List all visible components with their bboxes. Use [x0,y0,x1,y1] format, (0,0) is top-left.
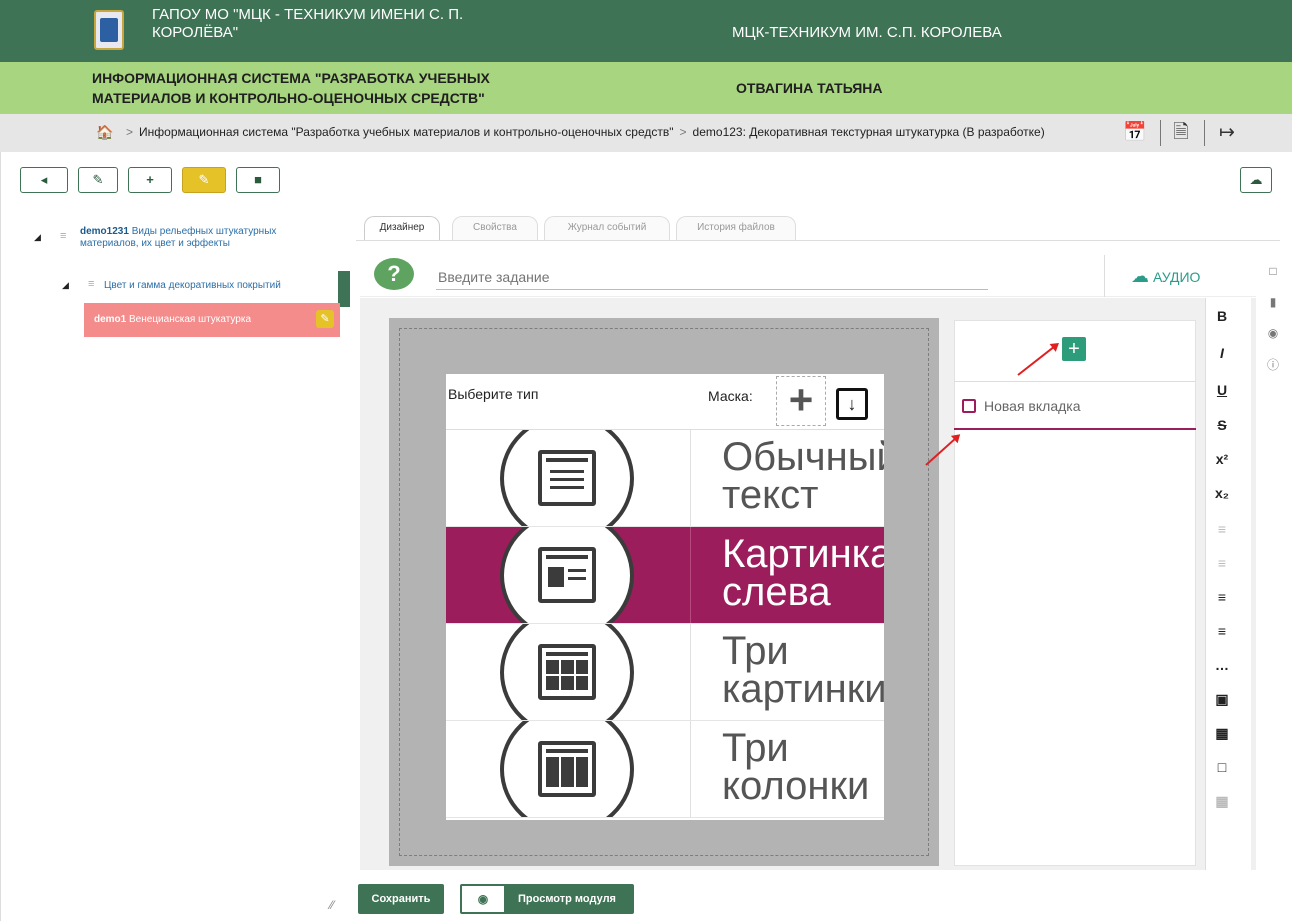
type-option-image-left[interactable]: Картинка слева [446,527,884,624]
more-icon[interactable]: … [1208,652,1236,678]
home-icon[interactable]: 🏠 [96,124,113,141]
tab-properties[interactable]: Свойства [452,216,538,240]
crop-icon[interactable]: □ [1208,754,1236,780]
drag-handle-icon[interactable]: ≡ [88,278,94,290]
type-option-plain-text[interactable]: Обычный текст [446,430,884,527]
add-button[interactable]: + [128,167,172,193]
image-left-layout-icon [538,547,596,603]
align-center-icon[interactable]: ≡ [1208,550,1236,576]
user-name: ОТВАГИНА ТАТЬЯНА [736,80,883,96]
tree-collapse-icon[interactable]: ◢ [62,280,69,291]
select-type-label: Выберите тип [448,386,539,402]
breadcrumb: 🏠 > Информационная система "Разработка уч… [0,114,1292,152]
three-images-layout-icon [538,644,596,700]
preview-module-button[interactable]: ◉ Просмотр модуля [460,884,634,914]
back-button[interactable]: ◂ [20,167,68,193]
cloud-upload-icon: ☁ [1131,266,1149,286]
three-columns-layout-icon [538,741,596,797]
desktop-icon[interactable]: □ [1265,264,1281,280]
text-layout-icon [538,450,596,506]
logout-icon[interactable]: ↦ [1214,120,1240,146]
tab-designer[interactable]: Дизайнер [364,216,440,240]
tree-item-title: Венецианская штукатурка [129,314,252,325]
type-label: картинки [722,667,884,711]
type-option-three-columns[interactable]: Три колонки [446,721,884,818]
bullet-list-icon[interactable]: ≡ [1208,584,1236,610]
tree-item-root[interactable]: demo1231 Виды рельефных штукатурных мате… [80,226,320,250]
edit-button[interactable]: ✎ [78,167,118,193]
document-icon[interactable]: 🗎 [1168,120,1194,146]
type-label: колонки [722,764,870,808]
top-header: ГАПОУ МО "МЦК - ТЕХНИКУМ ИМЕНИ С. П. КОР… [0,0,1292,62]
type-label: текст [722,473,819,517]
eye-icon[interactable]: ◉ [1265,326,1281,342]
question-icon: ? [374,258,414,290]
comment-icon[interactable]: ▣ [1208,686,1236,712]
image-icon[interactable]: ▦ [1208,720,1236,746]
italic-button[interactable]: I [1208,340,1236,366]
task-input[interactable] [436,264,988,290]
add-tab-button[interactable]: + [1062,337,1086,361]
breadcrumb-item-system[interactable]: Информационная система "Разработка учебн… [139,125,674,139]
type-option-three-images[interactable]: Три картинки [446,624,884,721]
tab-event-log[interactable]: Журнал событий [544,216,670,240]
mask-label: Маска: [708,388,753,404]
align-left-icon[interactable]: ≡ [1208,516,1236,542]
tab-icon [962,399,976,413]
resize-handle-icon[interactable]: ⁄⁄ [330,898,334,912]
org-short-name: МЦК-ТЕХНИКУМ ИМ. С.П. КОРОЛЕВА [732,24,1002,41]
superscript-button[interactable]: x² [1208,446,1236,472]
tree-item-code: demo1231 [80,226,129,237]
new-tab-item[interactable]: Новая вкладка [962,398,1081,414]
save-button[interactable]: Сохранить [358,884,444,914]
breadcrumb-item-module[interactable]: demo123: Декоративная текстурная штукату… [693,125,1045,139]
subscript-button[interactable]: x₂ [1208,480,1236,506]
bold-button[interactable]: B [1208,303,1236,329]
pencil-button[interactable]: ✎ [182,167,226,193]
folder-icon[interactable]: ▮ [1265,295,1281,311]
tree-collapse-icon[interactable]: ◢ [34,232,41,243]
type-label: слева [722,570,831,614]
calendar-icon[interactable]: 📅 [1122,120,1148,146]
download-icon[interactable]: ↓ [836,388,868,420]
table-icon[interactable]: ▦ [1208,788,1236,814]
tree-item-active[interactable]: demo1 Венецианская штукатурка ✎ [84,303,340,337]
tree-item-section[interactable]: Цвет и гамма декоративных покрытий [104,280,281,291]
strikethrough-button[interactable]: S [1208,412,1236,438]
tab-file-history[interactable]: История файлов [676,216,796,240]
audio-label: АУДИО [1153,269,1201,285]
system-header: ИНФОРМАЦИОННАЯ СИСТЕМА "РАЗРАБОТКА УЧЕБН… [0,62,1292,114]
audio-button[interactable]: ☁ АУДИО [1104,255,1244,297]
book-button[interactable]: ■ [236,167,280,193]
eye-icon: ◉ [462,886,504,912]
numbered-list-icon[interactable]: ≡ [1208,618,1236,644]
cloud-upload-button[interactable]: ☁ [1240,167,1272,193]
org-logo [94,10,124,50]
system-name: ИНФОРМАЦИОННАЯ СИСТЕМА "РАЗРАБОТКА УЧЕБН… [92,70,490,106]
drag-handle-icon[interactable]: ≡ [60,230,66,242]
underline-button[interactable]: U [1208,377,1236,403]
new-tab-label: Новая вкладка [984,398,1081,414]
preview-label: Просмотр модуля [518,893,616,905]
tree-item-code: demo1 [94,314,127,325]
add-mask-button[interactable]: + [776,376,826,426]
edit-icon[interactable]: ✎ [316,310,334,328]
help-icon[interactable]: ⓘ [1265,356,1281,372]
org-name: ГАПОУ МО "МЦК - ТЕХНИКУМ ИМЕНИ С. П. КОР… [152,6,464,41]
